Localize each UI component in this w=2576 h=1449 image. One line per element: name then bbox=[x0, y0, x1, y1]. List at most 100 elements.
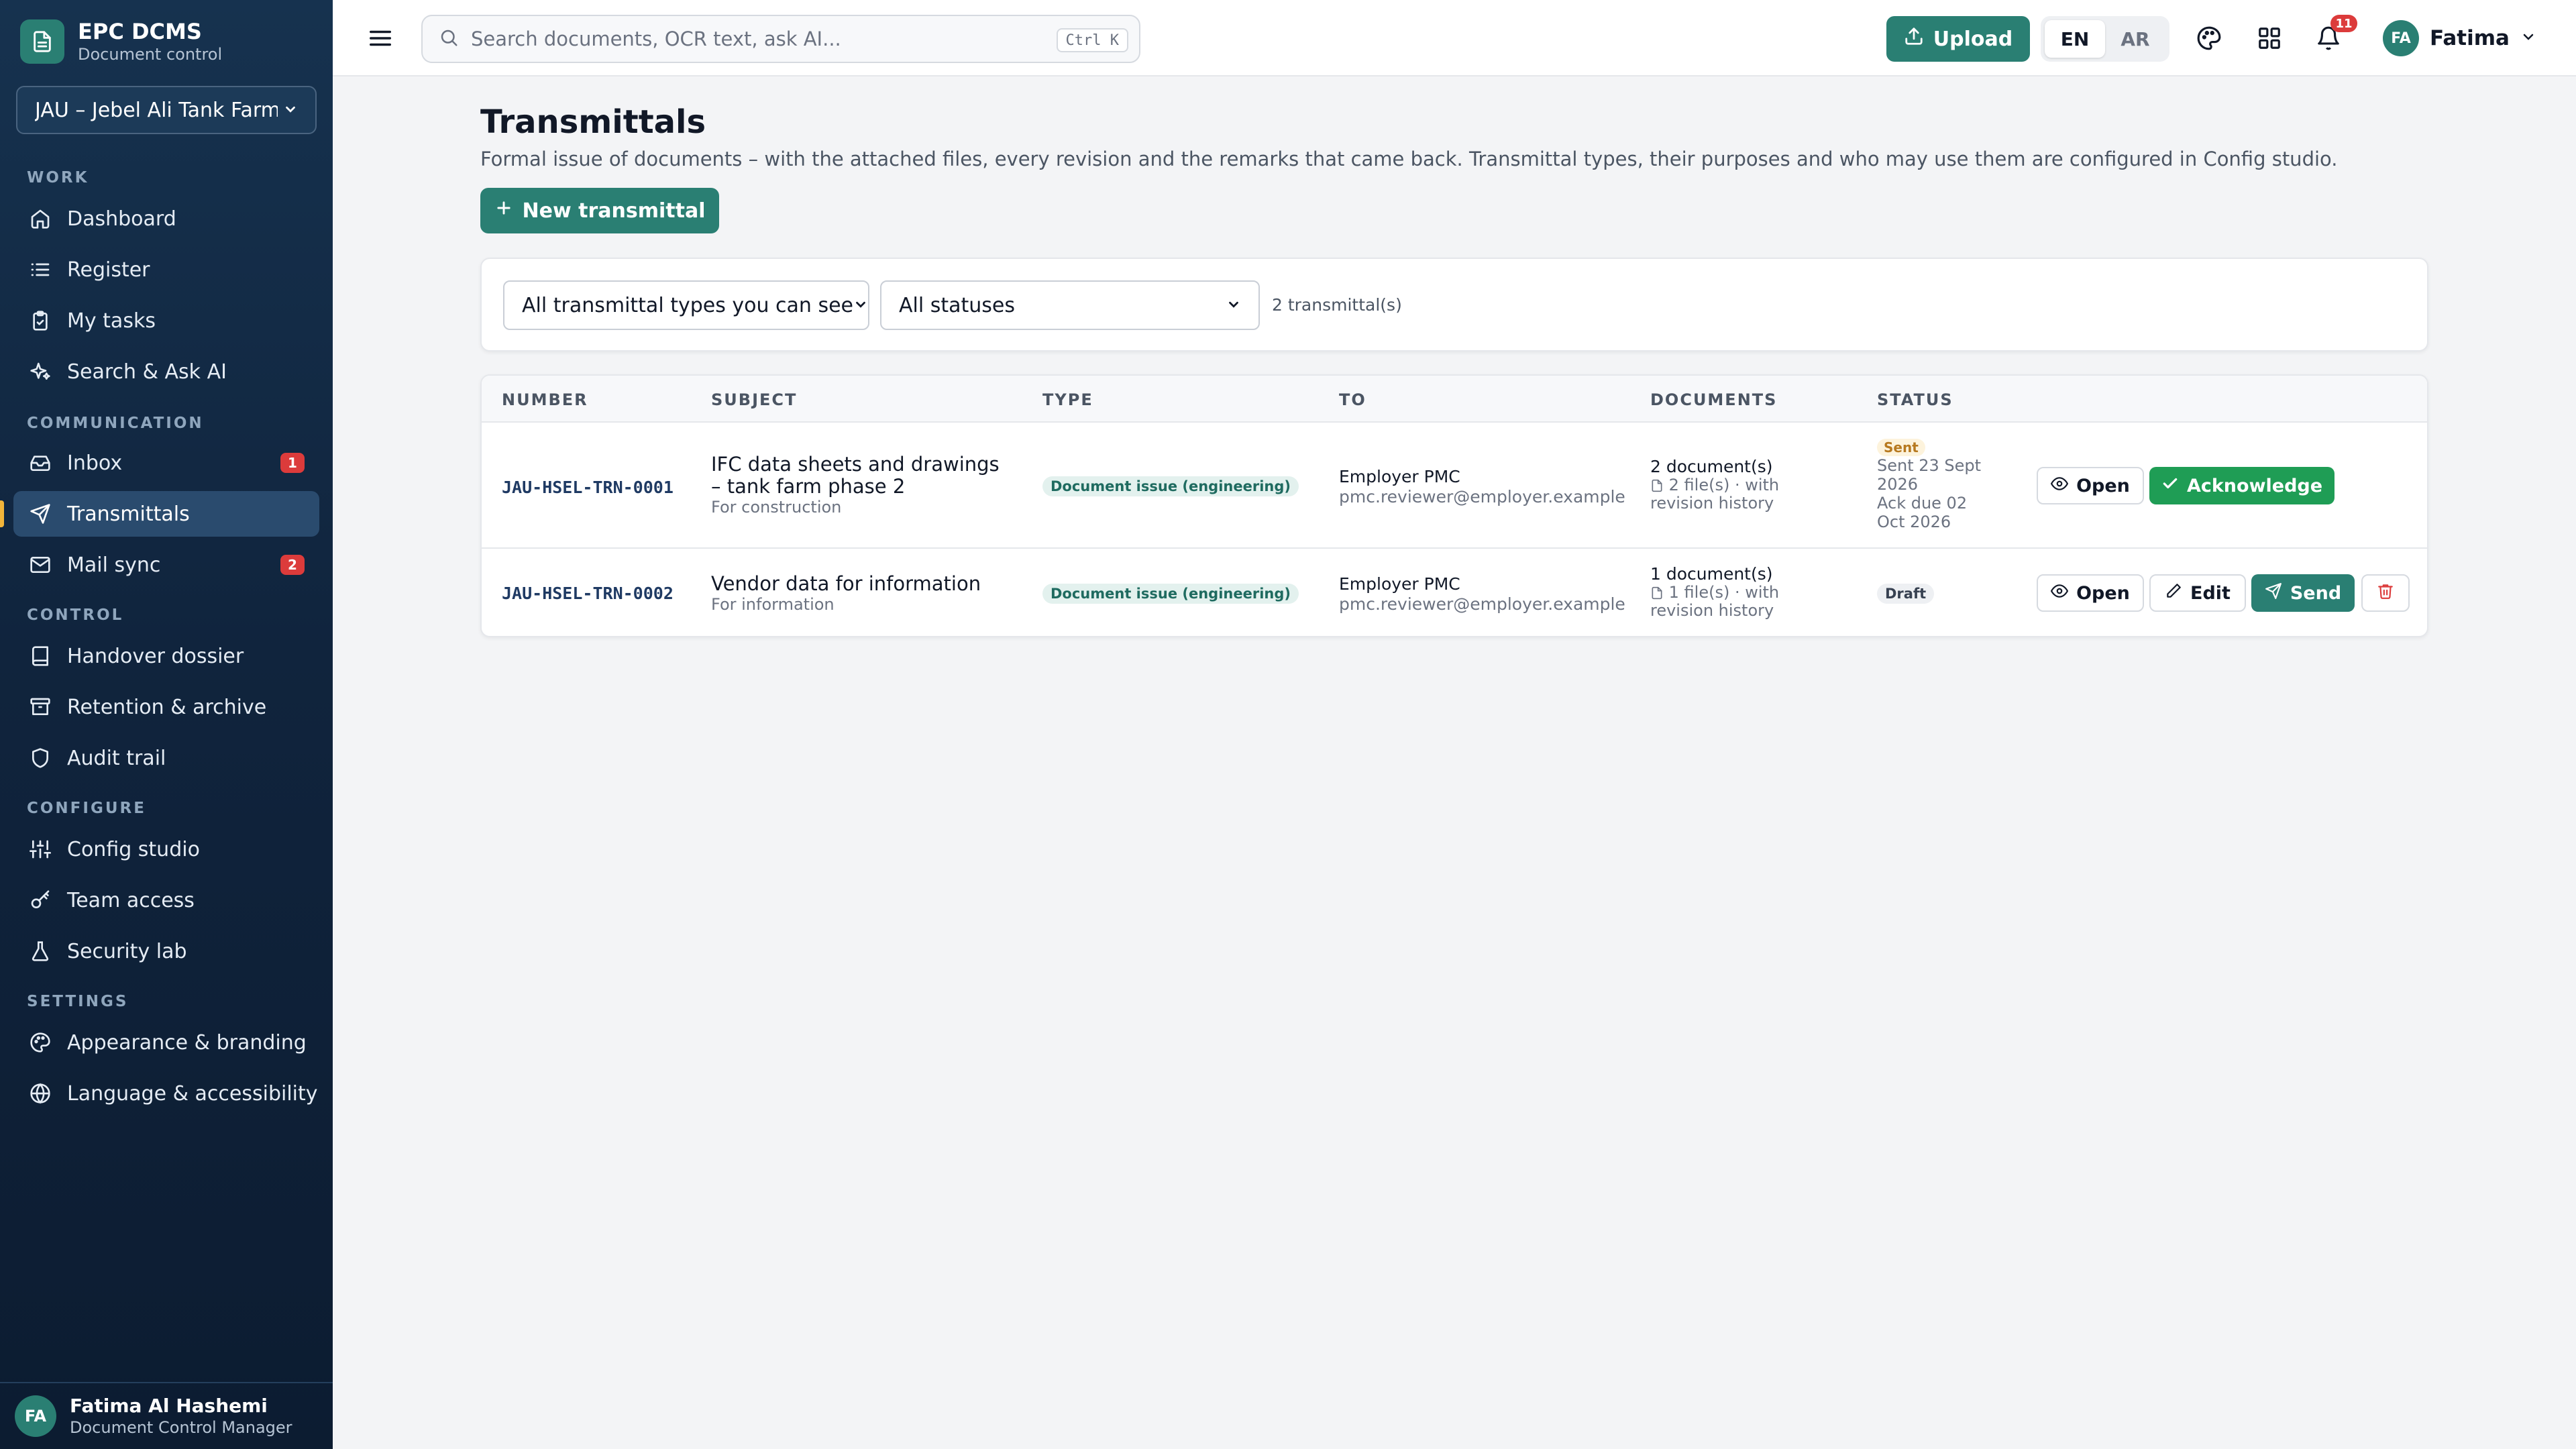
upload-button[interactable]: Upload bbox=[1886, 16, 2030, 62]
search-input[interactable]: Search documents, OCR text, ask AI... Ct… bbox=[421, 15, 1140, 63]
project-selector[interactable]: JAU – Jebel Ali Tank Farm E bbox=[16, 86, 317, 134]
column-header-number[interactable]: NUMBER bbox=[502, 390, 588, 409]
edit-button[interactable]: Edit bbox=[2149, 574, 2246, 612]
section-label-configure: CONFIGURE bbox=[27, 800, 146, 817]
sidebar-item-dashboard[interactable]: Dashboard bbox=[13, 196, 319, 241]
transmittal-number[interactable]: JAU-HSEL-TRN-0001 bbox=[502, 478, 674, 497]
book-icon bbox=[28, 644, 52, 668]
sidebar-item-label: Handover dossier bbox=[67, 644, 244, 668]
bell-icon[interactable]: 11 bbox=[2313, 15, 2357, 54]
column-header-type[interactable]: TYPE bbox=[1042, 390, 1093, 409]
pencil-icon bbox=[2165, 582, 2182, 604]
sidebar-user-profile[interactable]: FA Fatima Al Hashemi Document Control Ma… bbox=[0, 1382, 333, 1449]
eye-icon bbox=[2050, 582, 2069, 604]
open-button-label: Open bbox=[2076, 475, 2130, 496]
sidebar-item-label: Dashboard bbox=[67, 207, 176, 231]
sidebar-item-label: Language & accessibility bbox=[67, 1081, 318, 1106]
grid-icon[interactable] bbox=[2254, 23, 2285, 54]
app-name: EPC DCMS bbox=[78, 19, 202, 44]
page-description: Formal issue of documents – with the att… bbox=[480, 148, 2338, 170]
upload-button-label: Upload bbox=[1933, 27, 2013, 51]
shield-icon bbox=[28, 746, 52, 770]
column-header-subject[interactable]: SUBJECT bbox=[711, 390, 797, 409]
sidebar-item-inbox[interactable]: Inbox 1 bbox=[13, 440, 319, 486]
sidebar-item-register[interactable]: Register bbox=[13, 247, 319, 292]
table-row[interactable]: JAU-HSEL-TRN-0001 IFC data sheets and dr… bbox=[482, 424, 2427, 549]
sliders-icon bbox=[28, 837, 52, 861]
search-icon bbox=[439, 28, 459, 50]
document-count: 1 document(s) bbox=[1650, 564, 1773, 584]
transmittal-type-filter-value: All transmittal types you can see bbox=[522, 293, 854, 317]
transmittal-type-badge: Document issue (engineering) bbox=[1042, 476, 1299, 496]
recipient-name: Employer PMC bbox=[1339, 467, 1460, 486]
sidebar-item-config-studio[interactable]: Config studio bbox=[13, 826, 319, 872]
transmittal-subject: Vendor data for information bbox=[711, 572, 981, 595]
palette-icon[interactable] bbox=[2194, 23, 2224, 54]
sidebar-item-team-access[interactable]: Team access bbox=[13, 877, 319, 923]
document-count: 2 document(s) bbox=[1650, 457, 1773, 476]
menu-icon[interactable] bbox=[366, 24, 394, 52]
sidebar-item-mail-sync[interactable]: Mail sync 2 bbox=[13, 542, 319, 588]
mail-icon bbox=[28, 553, 52, 577]
sidebar-item-label: Retention & archive bbox=[67, 695, 267, 719]
brand[interactable]: EPC DCMS Document control bbox=[20, 19, 222, 64]
open-button[interactable]: Open bbox=[2037, 467, 2144, 504]
ack-due-date: Ack due 02 Oct 2026 bbox=[1877, 494, 1968, 531]
transmittal-type-badge: Document issue (engineering) bbox=[1042, 584, 1299, 604]
avatar: FA bbox=[15, 1395, 56, 1437]
sidebar-item-appearance-branding[interactable]: Appearance & branding bbox=[13, 1020, 319, 1065]
section-label-communication: COMMUNICATION bbox=[27, 415, 204, 432]
section-label-control: CONTROL bbox=[27, 606, 124, 624]
sidebar-item-label: Search & Ask AI bbox=[67, 360, 227, 384]
file-icon bbox=[1650, 476, 1664, 494]
sidebar-item-retention-archive[interactable]: Retention & archive bbox=[13, 684, 319, 730]
sidebar-item-handover-dossier[interactable]: Handover dossier bbox=[13, 633, 319, 679]
upload-icon bbox=[1904, 26, 1924, 52]
user-name: Fatima bbox=[2430, 26, 2510, 50]
file-icon bbox=[1650, 583, 1664, 602]
column-header-status[interactable]: STATUS bbox=[1877, 390, 1953, 409]
mail-sync-count-badge: 2 bbox=[280, 555, 305, 575]
send-button[interactable]: Send bbox=[2251, 574, 2355, 612]
delete-button[interactable] bbox=[2361, 574, 2410, 612]
status-badge: Sent bbox=[1877, 439, 1925, 456]
search-placeholder: Search documents, OCR text, ask AI... bbox=[471, 28, 841, 50]
eye-icon bbox=[2050, 475, 2069, 497]
table-header: NUMBER SUBJECT TYPE TO DOCUMENTS STATUS bbox=[482, 376, 2427, 423]
recipient-name: Employer PMC bbox=[1339, 574, 1460, 594]
globe-icon bbox=[28, 1081, 52, 1106]
recipient-email: pmc.reviewer@employer.example bbox=[1339, 487, 1625, 506]
sidebar-item-my-tasks[interactable]: My tasks bbox=[13, 298, 319, 343]
status-filter[interactable]: All statuses bbox=[880, 280, 1260, 330]
transmittal-number[interactable]: JAU-HSEL-TRN-0002 bbox=[502, 584, 674, 603]
sidebar-item-security-lab[interactable]: Security lab bbox=[13, 928, 319, 974]
new-transmittal-label: New transmittal bbox=[522, 199, 706, 223]
user-role: Document Control Manager bbox=[70, 1418, 292, 1437]
sidebar-item-language-accessibility[interactable]: Language & accessibility bbox=[13, 1071, 319, 1116]
sidebar-item-label: Register bbox=[67, 258, 150, 282]
open-button-label: Open bbox=[2076, 582, 2130, 604]
sidebar-item-audit-trail[interactable]: Audit trail bbox=[13, 735, 319, 781]
acknowledge-button[interactable]: Acknowledge bbox=[2149, 467, 2334, 504]
language-option-en[interactable]: EN bbox=[2045, 20, 2105, 58]
column-header-to[interactable]: TO bbox=[1339, 390, 1366, 409]
list-icon bbox=[28, 258, 52, 282]
chevron-down-icon bbox=[853, 294, 868, 317]
transmittal-type-filter[interactable]: All transmittal types you can see bbox=[503, 280, 869, 330]
page-title: Transmittals bbox=[480, 103, 706, 141]
user-menu[interactable]: FA Fatima bbox=[2383, 20, 2536, 56]
status-badge: Draft bbox=[1877, 584, 1935, 604]
transmittal-subject: IFC data sheets and drawings – tank farm … bbox=[711, 453, 1000, 498]
open-button[interactable]: Open bbox=[2037, 574, 2144, 612]
palette-icon bbox=[28, 1030, 52, 1055]
language-option-ar[interactable]: AR bbox=[2105, 20, 2165, 58]
home-icon bbox=[28, 207, 52, 231]
new-transmittal-button[interactable]: New transmittal bbox=[480, 188, 719, 233]
column-header-documents[interactable]: DOCUMENTS bbox=[1650, 390, 1777, 409]
sidebar-item-transmittals[interactable]: Transmittals bbox=[0, 491, 319, 537]
language-toggle: EN AR bbox=[2041, 16, 2169, 62]
sidebar-item-label: Appearance & branding bbox=[67, 1030, 307, 1055]
table-row[interactable]: JAU-HSEL-TRN-0002 Vendor data for inform… bbox=[482, 550, 2427, 636]
sidebar-item-label: Config studio bbox=[67, 837, 200, 861]
sidebar-item-search-ai[interactable]: Search & Ask AI bbox=[13, 349, 319, 394]
